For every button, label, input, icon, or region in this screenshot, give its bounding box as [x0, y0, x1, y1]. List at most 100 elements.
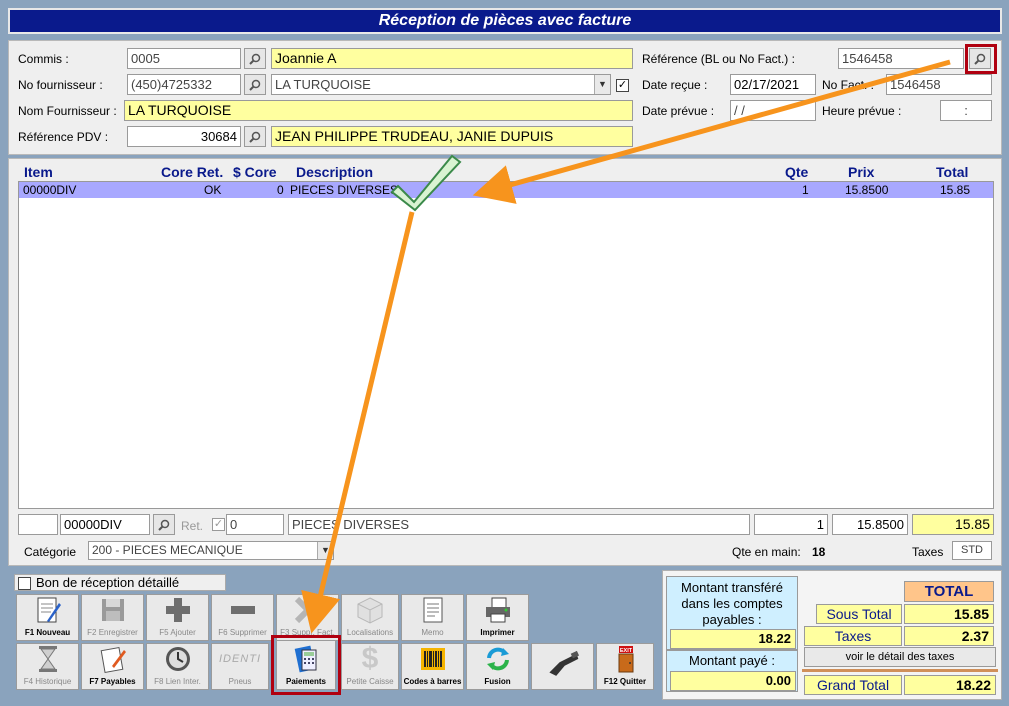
col-qte[interactable]: Qte	[785, 164, 808, 180]
window-title: Réception de pièces avec facture	[8, 8, 1002, 34]
petite-caisse-button[interactable]: $ Petite Caisse	[341, 643, 399, 690]
imprimer-label: Imprimer	[480, 628, 515, 637]
nom-fournisseur-label: Nom Fournisseur :	[18, 104, 117, 118]
new-doc-icon	[31, 595, 65, 625]
fournisseur-select[interactable]: LA TURQUOISE ▼	[271, 74, 611, 95]
enregistrer-button[interactable]: F2 Enregistrer	[81, 594, 144, 641]
pneus-button[interactable]: IDENTI Pneus	[211, 643, 269, 690]
date-prevue-field[interactable]: / /	[730, 100, 816, 121]
date-recue-field[interactable]: 02/17/2021	[730, 74, 816, 95]
col-dollar-core[interactable]: $ Core	[233, 164, 277, 180]
ajouter-button[interactable]: F5 Ajouter	[146, 594, 209, 641]
taxes-code-button[interactable]: STD	[952, 541, 992, 560]
table-row[interactable]: 00000DIV OK 0 PIECES DIVERSES 1 15.8500 …	[19, 182, 993, 198]
dollar-glyph: $	[361, 642, 379, 675]
suppr-fact-button[interactable]: F3 Suppr. Fact.	[276, 594, 339, 641]
reference-pdv-name-field[interactable]: JEAN PHILIPPE TRUDEAU, JANIE DUPUIS	[271, 126, 633, 147]
ajouter-label: F5 Ajouter	[159, 628, 196, 637]
no-fournisseur-label: No fournisseur :	[18, 78, 103, 92]
historique-label: F4 Historique	[23, 677, 72, 686]
col-core-ret[interactable]: Core Ret.	[161, 164, 223, 180]
cell-prix: 15.8500	[845, 183, 889, 197]
paiements-button[interactable]: Paiements	[276, 640, 336, 690]
date-recue-label: Date reçue :	[642, 78, 708, 92]
chevron-down-icon[interactable]: ▼	[317, 542, 333, 559]
reference-pdv-field[interactable]: 30684	[127, 126, 241, 147]
hourglass-icon	[31, 644, 65, 674]
no-fournisseur-field[interactable]: (450)4725332	[127, 74, 241, 95]
heure-prevue-label: Heure prévue :	[822, 104, 902, 118]
historique-button[interactable]: F4 Historique	[16, 643, 79, 690]
reference-lookup-button[interactable]	[969, 48, 991, 69]
edit-core-field[interactable]: 0	[226, 514, 284, 535]
exit-text: EXIT	[620, 648, 633, 654]
edit-description-field[interactable]: PIECES DIVERSES	[288, 514, 750, 535]
nouveau-label: F1 Nouveau	[24, 628, 71, 637]
magnifier-icon	[249, 131, 261, 143]
calculator-icon	[289, 644, 323, 674]
supprimer-button[interactable]: F6 Supprimer	[211, 594, 274, 641]
items-grid[interactable]	[18, 181, 994, 509]
cell-qte: 1	[802, 183, 809, 197]
col-item[interactable]: Item	[24, 164, 53, 180]
total-header: TOTAL	[904, 581, 994, 602]
floppy-icon	[96, 595, 130, 625]
identi-logo-icon: IDENTI	[215, 644, 265, 674]
minus-icon	[226, 595, 260, 625]
memo-icon	[416, 595, 450, 625]
chevron-down-icon[interactable]: ▼	[594, 75, 610, 94]
bon-reception-checkbox[interactable]	[18, 577, 31, 590]
printer-icon	[481, 595, 515, 625]
lien-inter-button[interactable]: F8 Lien Inter.	[146, 643, 209, 690]
categorie-label: Catégorie	[24, 545, 77, 559]
plus-icon	[161, 595, 195, 625]
fournisseur-lookup-button[interactable]	[244, 74, 266, 95]
edit-total-field[interactable]: 15.85	[912, 514, 994, 535]
commis-name-field[interactable]: Joannie A	[271, 48, 633, 69]
memo-button[interactable]: Memo	[401, 594, 464, 641]
col-prix[interactable]: Prix	[848, 164, 874, 180]
edit-item-lookup-button[interactable]	[153, 514, 175, 535]
imprimer-button[interactable]: Imprimer	[466, 594, 529, 641]
edit-prix-field[interactable]: 15.8500	[832, 514, 908, 535]
col-description[interactable]: Description	[296, 164, 373, 180]
reference-pdv-label: Référence PDV :	[18, 130, 109, 144]
fusion-label: Fusion	[484, 677, 511, 686]
transfer-value: 18.22	[670, 629, 796, 649]
no-fact-field[interactable]: 1546458	[886, 74, 992, 95]
commis-lookup-button[interactable]	[244, 48, 266, 69]
totals-divider	[802, 669, 998, 672]
refresh-icon	[481, 644, 515, 674]
date-prevue-label: Date prévue :	[642, 104, 715, 118]
nouveau-button[interactable]: F1 Nouveau	[16, 594, 79, 641]
paid-label: Montant payé :	[689, 653, 775, 668]
payables-button[interactable]: F7 Payables	[81, 643, 144, 690]
edit-qte-field[interactable]: 1	[754, 514, 828, 535]
edit-item-field[interactable]: 00000DIV	[60, 514, 150, 535]
tax-detail-button[interactable]: voir le détail des taxes	[804, 647, 996, 667]
commis-code-field[interactable]: 0005	[127, 48, 241, 69]
localisations-button[interactable]: Localisations	[341, 594, 399, 641]
fournisseur-checkbox[interactable]: ✓	[616, 79, 629, 92]
pdv-lookup-button[interactable]	[244, 126, 266, 147]
bon-reception-label: Bon de réception détaillé	[36, 575, 180, 590]
categorie-select[interactable]: 200 - PIECES MECANIQUE ▼	[88, 541, 334, 560]
quitter-label: F12 Quitter	[603, 677, 647, 686]
qte-en-main-value: 18	[812, 545, 826, 559]
edit-blank-field[interactable]	[18, 514, 58, 535]
reference-bl-field[interactable]: 1546458	[838, 48, 964, 69]
no-fact-label: No Fact. :	[822, 78, 875, 92]
scanner-button[interactable]	[531, 643, 594, 690]
ret-checkbox[interactable]: ✓	[212, 518, 225, 531]
magnifier-icon	[158, 519, 170, 531]
barcode-icon	[416, 644, 450, 674]
pneus-label: Pneus	[228, 677, 252, 686]
fusion-button[interactable]: Fusion	[466, 643, 529, 690]
heure-prevue-field[interactable]: :	[940, 100, 992, 121]
lien-inter-label: F8 Lien Inter.	[154, 677, 201, 686]
col-total[interactable]: Total	[936, 164, 968, 180]
nom-fournisseur-field[interactable]: LA TURQUOISE	[124, 100, 633, 121]
codes-barres-button[interactable]: Codes à barres	[401, 643, 464, 690]
quitter-button[interactable]: EXIT F12 Quitter	[596, 643, 654, 690]
dollar-icon: $	[353, 644, 387, 674]
